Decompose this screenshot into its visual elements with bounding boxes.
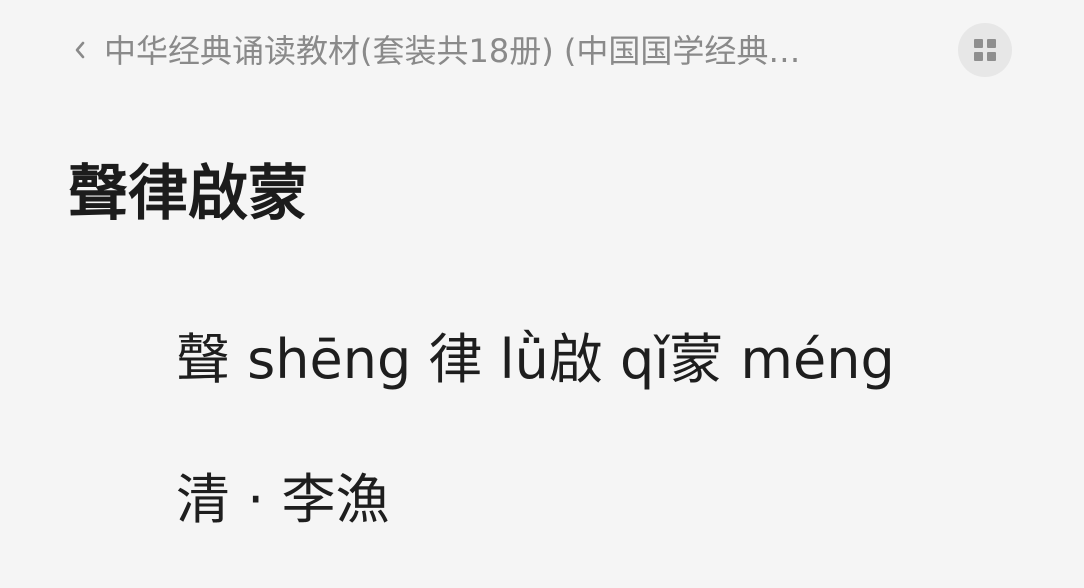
book-title[interactable]: 中华经典诵读教材(套装共18册) (中国国学经典… (104, 28, 884, 74)
pinyin-line: 聲 shēng 律 lǜ啟 qǐ蒙 méng (176, 328, 895, 391)
chapter-title: 聲律啟蒙 (68, 159, 308, 229)
toc-menu-button[interactable] (958, 23, 1012, 77)
back-button[interactable] (66, 30, 94, 70)
chevron-left-icon (75, 41, 85, 59)
top-bar: 中华经典诵读教材(套装共18册) (中国国学经典… (0, 0, 1084, 100)
author-line: 清 · 李漁 (176, 468, 390, 531)
grid-icon (974, 39, 996, 61)
